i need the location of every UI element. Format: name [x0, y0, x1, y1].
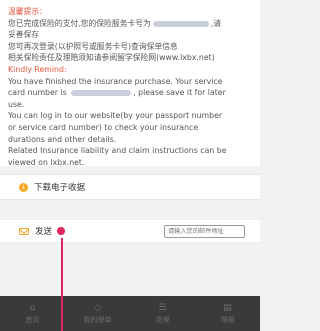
notice-en-line-2: card number is , please save it for late… — [8, 88, 226, 98]
notice-cn-line-3: 您可再次登录(以护照号或服务卡号)查询保单信息 — [8, 41, 178, 51]
shield-icon: ◇ — [94, 302, 101, 313]
notice-en-line-5: or service card number) to check your in… — [8, 122, 199, 132]
download-receipt-label: 下载电子收据 — [34, 183, 86, 193]
notice-en-line-7: Related Insurance liability and claim in… — [8, 146, 227, 156]
email-input[interactable] — [164, 225, 245, 238]
notice-cn-line-4: 相关保险责任及理赔须知请参阅留学保险网(www.lxbx.net) — [8, 53, 215, 63]
tab-claim-label: 理赔 — [220, 315, 235, 324]
notice-en-line-6: durations and other details. — [8, 134, 117, 144]
home-icon: ⌂ — [29, 302, 36, 313]
tab-refund-label: 退保 — [155, 315, 170, 324]
tab-home[interactable]: ⌂ 首页 — [0, 296, 65, 331]
refund-icon: ☰ — [158, 302, 167, 313]
notice-title-cn: 温馨提示： — [8, 7, 47, 16]
bottom-tab-bar: ⌂ 首页 ◇ 我的保单 ☰ 退保 ▤ 理赔 — [0, 296, 260, 331]
notice-title-en: Kindly Remind: — [8, 64, 67, 74]
download-receipt-button[interactable]: ↓ 下载电子收据 — [0, 174, 260, 200]
notice-en-line-1: You have finished the insurance purchase… — [8, 76, 223, 86]
send-button[interactable]: 发送 — [35, 225, 52, 237]
redacted-card-number — [71, 90, 132, 97]
redacted-card-number — [152, 20, 209, 27]
mail-icon — [19, 227, 29, 235]
notice-cn-line-1: 您已完成保险的支付,您的保险服务卡号为 ,请 — [8, 18, 222, 28]
tab-refund[interactable]: ☰ 退保 — [130, 296, 195, 331]
download-icon: ↓ — [19, 182, 28, 192]
claim-icon: ▤ — [223, 302, 232, 313]
notice-cn-line-2: 妥善保存 — [8, 30, 40, 40]
notice-en-line-3: use. — [8, 99, 25, 109]
tab-claim[interactable]: ▤ 理赔 — [195, 296, 260, 331]
notice-en-line-8: viewed on lxbx.net. — [8, 157, 85, 167]
click-indicator-line — [61, 238, 63, 331]
click-indicator-dot — [57, 227, 65, 235]
notice-en-line-4: You can log in to our website(by your pa… — [8, 111, 223, 121]
tab-my-policy-label: 我的保单 — [83, 315, 112, 324]
insurance-notice: 温馨提示： 您已完成保险的支付,您的保险服务卡号为 ,请 妥善保存 您可再次登录(… — [0, 0, 260, 167]
send-email-row: 发送 — [0, 219, 260, 243]
tab-home-label: 首页 — [25, 315, 40, 324]
tab-my-policy[interactable]: ◇ 我的保单 — [65, 296, 130, 331]
